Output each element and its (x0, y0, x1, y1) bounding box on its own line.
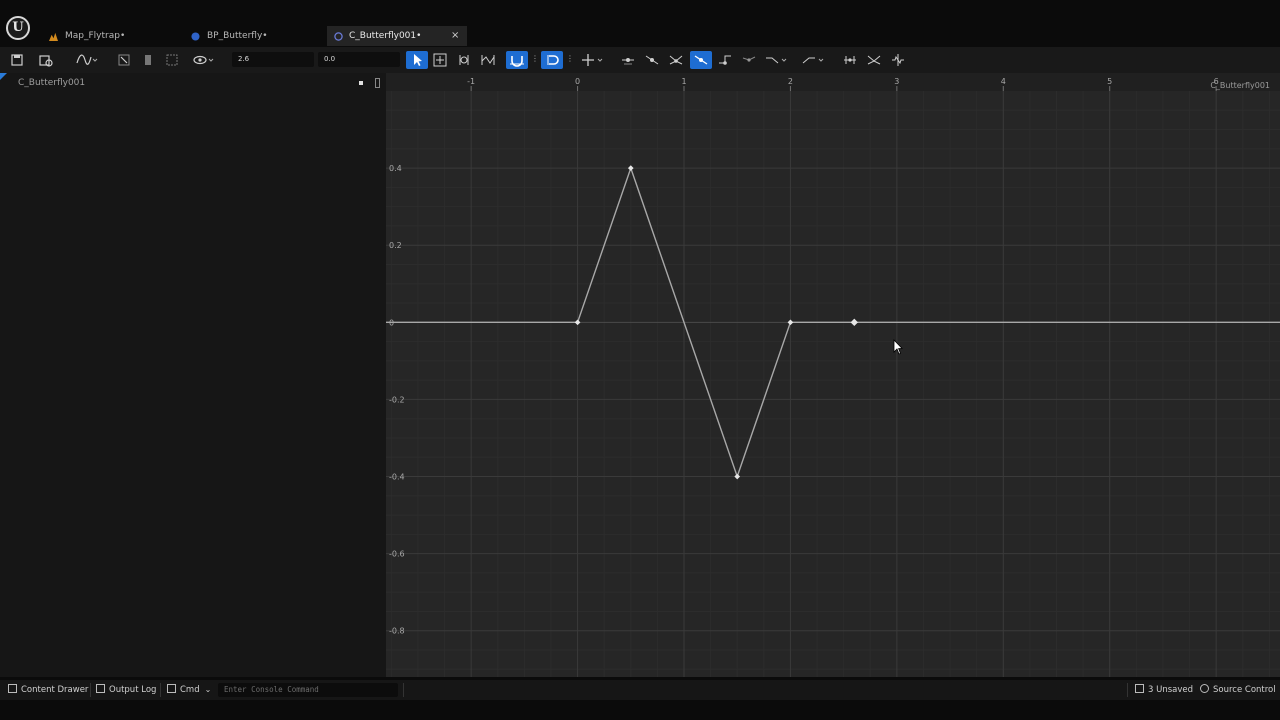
curve-key[interactable] (787, 319, 794, 326)
axis-snapping-icon[interactable] (580, 51, 606, 69)
divider (90, 683, 91, 697)
x-tick-label: 1 (681, 77, 686, 86)
source-control-label: Source Control (1213, 685, 1276, 695)
graph-curve-title: C_Butterfly001 (1210, 81, 1270, 90)
transform-tool-icon[interactable] (431, 51, 449, 69)
curve-key[interactable] (627, 165, 634, 171)
straighten-tangents-icon[interactable] (643, 51, 661, 69)
multi-scale-tool-icon[interactable] (479, 51, 497, 69)
zoom-to-fit-icon[interactable] (116, 51, 132, 69)
tab-label: C_Butterfly001• (349, 31, 422, 41)
curve-tree-item[interactable]: C_Butterfly001 (18, 78, 85, 88)
level-icon (49, 32, 58, 41)
blueprint-icon (191, 32, 200, 41)
output-log-button[interactable]: Output Log (96, 680, 156, 700)
snap-time-options-icon[interactable]: ⋮ (531, 54, 539, 64)
x-tick-label: -1 (467, 77, 475, 86)
mouse-cursor-icon (893, 339, 903, 355)
curve-line (386, 165, 1280, 479)
x-tick-label: 2 (788, 77, 793, 86)
time-value-input[interactable]: 2.6 (232, 52, 314, 67)
post-infinity-icon[interactable] (801, 51, 827, 69)
cmd-label: Cmd (180, 685, 200, 695)
y-tick-label: -0.8 (389, 627, 405, 636)
linear-interp-icon[interactable] (690, 51, 712, 69)
y-tick-label: -0.2 (389, 395, 405, 404)
snap-value-icon[interactable] (541, 51, 563, 69)
save-icon[interactable] (8, 51, 26, 69)
tab-label: BP_Butterfly• (207, 31, 268, 41)
snap-value-options-icon[interactable]: ⋮ (566, 54, 574, 64)
source-control-button[interactable]: Source Control (1200, 680, 1276, 700)
x-tick-label: 0 (575, 77, 580, 86)
curve-color-icon (359, 81, 363, 85)
curve-key[interactable] (574, 319, 581, 326)
curve-tree-panel: C_Butterfly001 (0, 73, 386, 677)
x-tick-label: 3 (894, 77, 899, 86)
close-tab-icon[interactable]: × (451, 26, 459, 46)
normalize-icon[interactable] (841, 51, 859, 69)
curve-view-mode-icon[interactable] (74, 51, 100, 69)
divider (1127, 683, 1128, 697)
break-tangents-icon[interactable] (740, 51, 758, 69)
output-log-label: Output Log (109, 685, 157, 695)
panel-corner-marker (0, 73, 7, 80)
y-tick-label: 0.4 (389, 164, 402, 173)
tab-c-butterfly001[interactable]: C_Butterfly001• × (327, 26, 467, 46)
y-tick-label: 0.2 (389, 241, 402, 250)
key-value-input[interactable]: 0.0 (318, 52, 400, 67)
tab-bp-butterfly[interactable]: BP_Butterfly• (185, 26, 327, 46)
tab-label: Map_Flytrap• (65, 31, 126, 41)
pin-icon[interactable] (375, 78, 380, 88)
content-drawer-label: Content Drawer (21, 685, 89, 695)
time-ruler (386, 73, 1280, 91)
divider (403, 683, 404, 697)
curve-graph-canvas[interactable]: -1 0 1 2 3 4 5 60.40.20-0.2-0.4-0.6-0.8 (386, 73, 1280, 677)
tangent-visibility-icon[interactable] (889, 51, 907, 69)
frame-all-icon[interactable] (164, 51, 180, 69)
content-drawer-button[interactable]: Content Drawer (8, 680, 88, 700)
constant-interp-icon[interactable] (716, 51, 734, 69)
chevron-down-icon: ⌄ (204, 685, 212, 694)
curve-icon (334, 32, 343, 41)
browse-icon[interactable] (36, 51, 56, 69)
cmd-dropdown[interactable]: Cmd ⌄ (167, 680, 211, 700)
snap-time-icon[interactable] (506, 51, 528, 69)
status-bar: Content Drawer Output Log Cmd ⌄ Enter Con… (0, 680, 1280, 700)
console-command-input[interactable]: Enter Console Command (218, 683, 398, 697)
tab-map-flytrap[interactable]: Map_Flytrap• (40, 26, 185, 46)
terminal-icon (167, 684, 176, 693)
filter-icon[interactable] (865, 51, 883, 69)
curve-editor-toolbar: 2.6 0.0 ⋮ ⋮ (0, 47, 1280, 73)
unsaved-files-icon (1135, 684, 1144, 693)
source-control-icon (1200, 684, 1209, 693)
select-tool-icon[interactable] (406, 51, 428, 69)
unreal-logo-icon[interactable]: U (6, 16, 30, 40)
x-tick-label: 4 (1001, 77, 1006, 86)
content-drawer-icon (8, 684, 17, 693)
unsaved-button[interactable]: 3 Unsaved (1135, 680, 1193, 700)
title-bar: U Map_Flytrap• BP_Butterfly• C_Butterfly… (0, 0, 1280, 47)
pre-infinity-icon[interactable] (764, 51, 790, 69)
x-tick-label: 5 (1107, 77, 1112, 86)
divider (160, 683, 161, 697)
flatten-tangents-icon[interactable] (619, 51, 637, 69)
y-tick-label: -0.6 (389, 550, 405, 559)
y-tick-label: -0.4 (389, 473, 405, 482)
retime-tool-icon[interactable] (455, 51, 473, 69)
curve-graph[interactable]: -1 0 1 2 3 4 5 6 0.4 0.2 0 -0.2 -0.4 -0.6 -0.8 C_Butte… (386, 73, 1280, 677)
output-log-icon (96, 684, 105, 693)
curve-key[interactable] (850, 318, 858, 326)
cubic-auto-icon[interactable] (667, 51, 685, 69)
unsaved-label: 3 Unsaved (1148, 685, 1194, 695)
visibility-icon[interactable] (192, 51, 218, 69)
frame-selection-icon[interactable] (140, 51, 156, 69)
curve-key[interactable] (734, 473, 741, 480)
